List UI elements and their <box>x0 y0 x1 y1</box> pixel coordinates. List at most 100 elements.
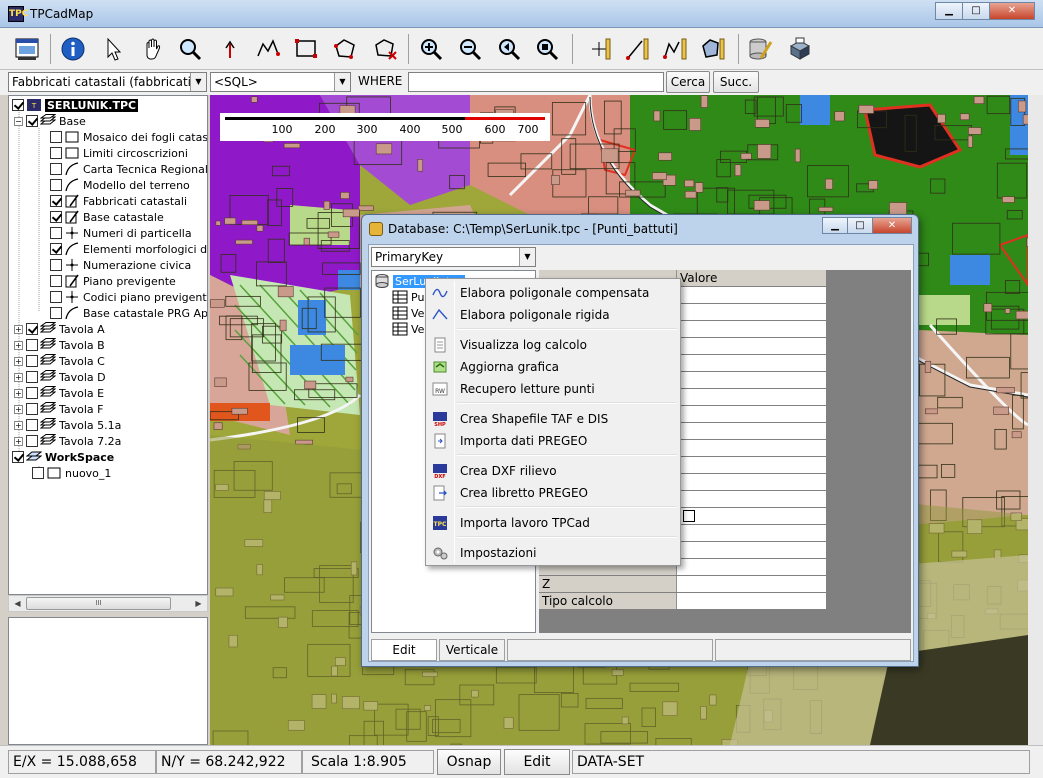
grid-value-cell[interactable] <box>677 559 826 575</box>
layer-visibility-checkbox[interactable] <box>26 403 38 415</box>
tree-layer-item[interactable]: Base catastale <box>50 209 164 225</box>
rectangle-select-toolbar-button[interactable] <box>291 34 321 64</box>
tree-group-item[interactable]: + Tavola 5.1a <box>14 417 121 433</box>
layer-visibility-checkbox[interactable] <box>50 195 62 207</box>
osnap-button[interactable]: Osnap <box>437 749 501 775</box>
database-toolbar-button[interactable] <box>12 34 42 64</box>
tree-workspace[interactable]: WorkSpace <box>12 449 114 465</box>
scroll-left-icon[interactable]: ◀ <box>10 597 25 610</box>
search-button[interactable]: Cerca <box>666 71 710 93</box>
scroll-right-icon[interactable]: ▶ <box>191 597 206 610</box>
expand-toggle-icon[interactable]: + <box>14 340 23 350</box>
grid-value-cell[interactable] <box>677 508 826 524</box>
grid-value-cell[interactable] <box>677 525 826 541</box>
scroll-thumb[interactable]: III <box>26 597 171 610</box>
tree-group-item[interactable]: + Tavola E <box>14 385 104 401</box>
edit-mode-button[interactable]: Edit <box>504 749 570 775</box>
grid-value-cell[interactable] <box>677 389 826 405</box>
grid-value-cell[interactable] <box>677 491 826 507</box>
tree-group-item[interactable]: + Tavola B <box>14 337 105 353</box>
dialog-minimize-button[interactable]: ▁ <box>822 217 848 234</box>
edit-database-toolbar-button[interactable] <box>745 34 775 64</box>
grid-row[interactable]: Tipo calcolo <box>539 593 826 609</box>
draw-point-toolbar-button[interactable] <box>584 34 614 64</box>
zoom-in-toolbar-button[interactable] <box>416 34 446 64</box>
print-toolbar-button[interactable] <box>785 34 815 64</box>
tree-layer-item[interactable]: Fabbricati catastali <box>50 193 187 209</box>
grid-value-cell[interactable] <box>677 406 826 422</box>
layer-visibility-checkbox[interactable] <box>26 355 38 367</box>
grid-value-cell[interactable] <box>677 423 826 439</box>
grid-value-cell[interactable] <box>677 576 826 592</box>
layer-visibility-checkbox[interactable] <box>50 307 62 319</box>
layer-visibility-checkbox[interactable] <box>50 179 62 191</box>
menu-item[interactable]: Elabora poligonale rigida <box>428 304 678 326</box>
grid-value-cell[interactable] <box>677 338 826 354</box>
layer-visibility-checkbox[interactable] <box>26 387 38 399</box>
expand-toggle-icon[interactable]: + <box>14 420 23 430</box>
layer-tree-hscrollbar[interactable]: ◀ III ▶ <box>8 595 208 612</box>
map-vscrollbar[interactable] <box>1028 95 1043 745</box>
tree-layer-item[interactable]: Elementi morfologici del te <box>50 241 207 257</box>
zoom-extents-toolbar-button[interactable] <box>532 34 562 64</box>
menu-item[interactable]: Aggiorna grafica <box>428 356 678 378</box>
grid-value-cell[interactable] <box>677 304 826 320</box>
layer-visibility-checkbox[interactable] <box>50 227 62 239</box>
tab-verticale[interactable]: Verticale <box>439 639 505 661</box>
draw-polygon-toolbar-button[interactable] <box>698 34 728 64</box>
zoom-previous-toolbar-button[interactable] <box>494 34 524 64</box>
tree-group-item[interactable]: + Tavola 7.2a <box>14 433 121 449</box>
tree-group-item[interactable]: + Tavola A <box>14 321 105 337</box>
layer-visibility-checkbox[interactable] <box>26 323 38 335</box>
pan-toolbar-button[interactable] <box>138 34 168 64</box>
draw-polyline-toolbar-button[interactable] <box>660 34 690 64</box>
grid-checkbox[interactable] <box>683 510 695 522</box>
grid-value-cell[interactable] <box>677 372 826 388</box>
grid-value-cell[interactable] <box>677 474 826 490</box>
layer-visibility-checkbox[interactable] <box>50 259 62 271</box>
tree-group-item[interactable]: + Tavola F <box>14 401 104 417</box>
menu-item[interactable]: Elabora poligonale compensata <box>428 282 678 304</box>
expand-toggle-icon[interactable]: + <box>14 356 23 366</box>
draw-line-toolbar-button[interactable] <box>622 34 652 64</box>
dialog-titlebar[interactable]: Database: C:\Temp\SerLunik.tpc - [Punti_… <box>362 215 918 242</box>
expand-toggle-icon[interactable]: + <box>14 372 23 382</box>
chevron-down-icon[interactable]: ▼ <box>334 73 350 91</box>
grid-value-cell[interactable] <box>677 287 826 303</box>
tree-root-project[interactable]: T SERLUNIK.TPC <box>12 97 139 113</box>
grid-value-cell[interactable] <box>677 542 826 558</box>
point-toolbar-button[interactable] <box>215 34 245 64</box>
layer-visibility-checkbox[interactable] <box>50 243 62 255</box>
tree-workspace-item[interactable]: nuovo_1 <box>32 465 111 481</box>
polygon-select-toolbar-button[interactable] <box>330 34 360 64</box>
tree-layer-item[interactable]: Modello del terreno <box>50 177 190 193</box>
expand-toggle-icon[interactable]: − <box>14 116 23 126</box>
grid-value-cell[interactable] <box>677 321 826 337</box>
layer-visibility-checkbox[interactable] <box>50 147 62 159</box>
tab-edit[interactable]: Edit <box>371 639 437 661</box>
layer-visibility-checkbox[interactable] <box>50 291 62 303</box>
tree-layer-item[interactable]: Piano previgente <box>50 273 176 289</box>
menu-item[interactable]: Crea libretto PREGEO <box>428 482 678 504</box>
layer-visibility-checkbox[interactable] <box>26 371 38 383</box>
table-node[interactable]: Ve <box>392 321 424 337</box>
zoom-toolbar-button[interactable] <box>175 34 205 64</box>
layer-visibility-checkbox[interactable] <box>26 435 38 447</box>
dialog-close-button[interactable]: ✕ <box>872 217 912 234</box>
close-button[interactable]: ✕ <box>989 2 1035 20</box>
primary-key-select[interactable]: PrimaryKey ▼ <box>371 247 536 267</box>
where-input[interactable] <box>408 72 664 92</box>
grid-value-cell[interactable] <box>677 593 826 609</box>
table-node[interactable]: Ve <box>392 305 424 321</box>
expand-toggle-icon[interactable]: + <box>14 404 23 414</box>
grid-value-cell[interactable] <box>677 440 826 456</box>
layer-visibility-checkbox[interactable] <box>50 211 62 223</box>
menu-item[interactable]: Visualizza log calcolo <box>428 334 678 356</box>
layer-visibility-checkbox[interactable] <box>32 467 44 479</box>
layer-visibility-checkbox[interactable] <box>26 419 38 431</box>
dialog-maximize-button[interactable]: □ <box>847 217 873 234</box>
layer-visibility-checkbox[interactable] <box>50 163 62 175</box>
layer-visibility-checkbox[interactable] <box>12 99 24 111</box>
grid-value-cell[interactable] <box>677 457 826 473</box>
tree-group-item[interactable]: + Tavola D <box>14 369 106 385</box>
